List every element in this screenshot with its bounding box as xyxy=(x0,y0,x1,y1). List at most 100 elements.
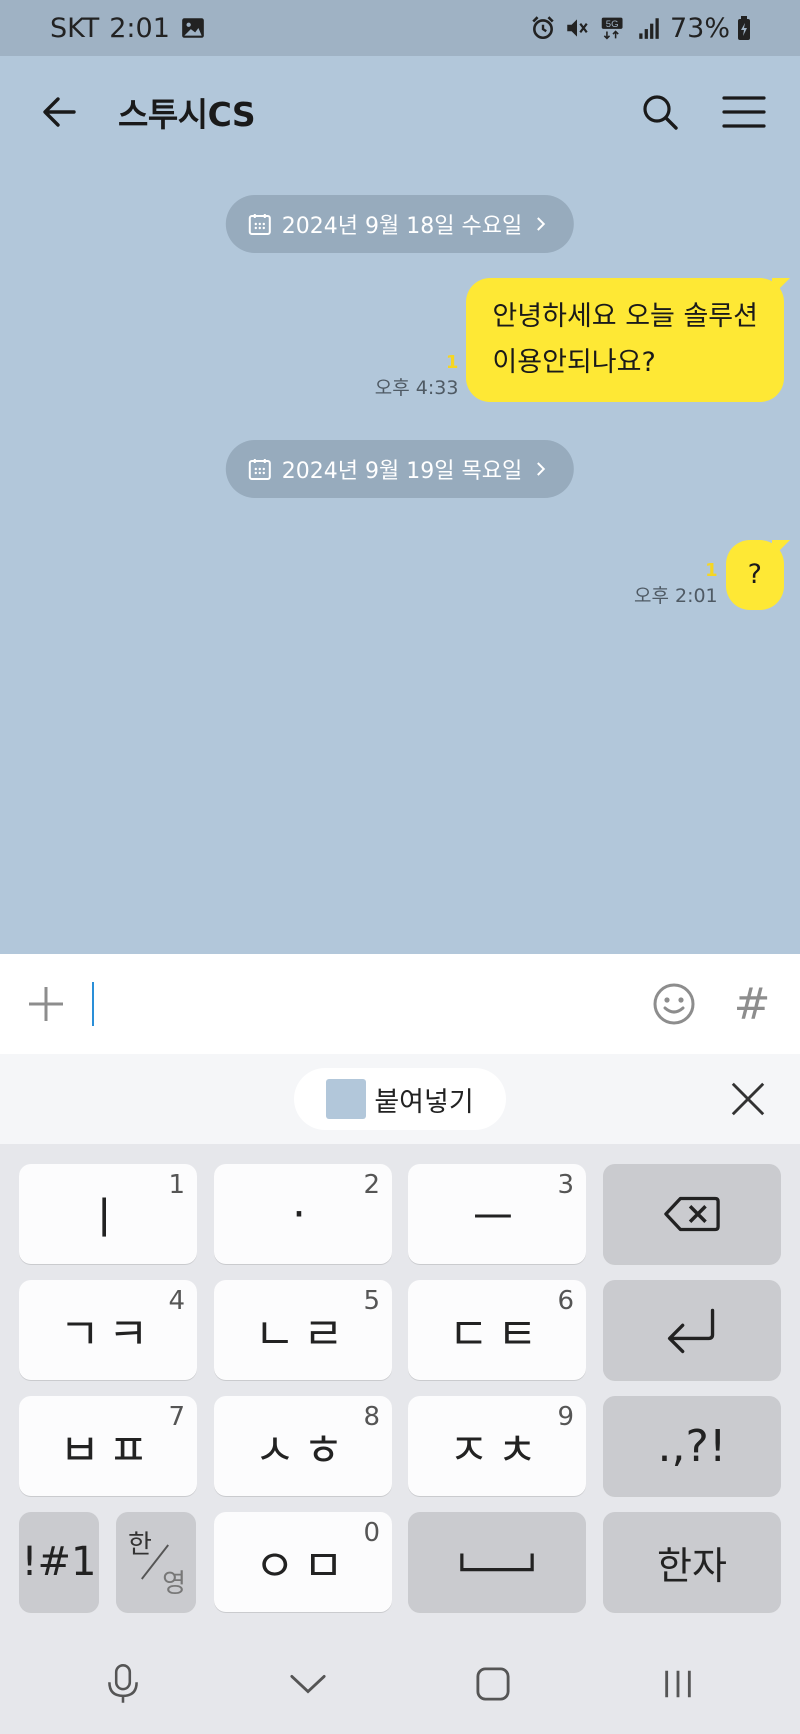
attach-button[interactable] xyxy=(24,982,68,1026)
key-ieung-mieum[interactable]: ㅇㅁ 0 xyxy=(214,1512,392,1612)
key-number: 8 xyxy=(363,1402,380,1432)
key-label: ㅂㅍ xyxy=(59,1425,157,1476)
key-giyeok-kieuk[interactable]: ㄱㅋ 4 xyxy=(19,1280,197,1380)
backspace-key[interactable] xyxy=(603,1164,781,1264)
unread-count: 1 xyxy=(705,560,718,581)
key-label: 한자 xyxy=(657,1543,727,1588)
key-label: · xyxy=(292,1188,314,1240)
date-divider-label: 2024년 9월 19일 목요일 xyxy=(281,459,523,484)
message-text-line: 이용안되나요? xyxy=(492,347,656,378)
sent-message-bubble[interactable]: 안녕하세요 오늘 솔루션 이용안되나요? xyxy=(466,278,784,402)
key-label: ㅅㅎ xyxy=(254,1425,352,1476)
key-label: !#1 xyxy=(21,1539,97,1585)
key-digeut-tieut[interactable]: ㄷㅌ 6 xyxy=(408,1280,586,1380)
key-number: 3 xyxy=(557,1170,574,1200)
unread-count: 1 xyxy=(445,352,459,373)
battery-charging-icon xyxy=(736,15,752,41)
search-icon xyxy=(643,95,678,130)
key-number: 6 xyxy=(557,1286,574,1316)
key-label: ㄷㅌ xyxy=(448,1309,546,1360)
battery-percent: 73% xyxy=(669,12,730,44)
key-number: 1 xyxy=(168,1170,185,1200)
home-square-icon xyxy=(475,1667,510,1701)
key-label: ㅈㅊ xyxy=(448,1425,546,1476)
date-divider[interactable]: 2024년 9월 18일 수요일 xyxy=(225,195,575,253)
enter-icon xyxy=(667,1308,715,1354)
symbols-key[interactable]: !#1 xyxy=(19,1512,99,1612)
chevron-right-icon xyxy=(537,217,546,231)
message-text-line: 안녕하세요 오늘 솔루션 xyxy=(492,301,758,332)
signal-icon xyxy=(636,15,662,41)
key-number: 2 xyxy=(363,1170,380,1200)
space-icon xyxy=(460,1553,534,1572)
mute-icon xyxy=(564,15,590,41)
key-i-vowel[interactable]: ㅣ 1 xyxy=(19,1164,197,1264)
network-5g-icon: 5G xyxy=(598,15,628,41)
message-input-area[interactable] xyxy=(94,954,650,1054)
date-divider[interactable]: 2024년 9월 19일 목요일 xyxy=(225,440,575,498)
hanja-key[interactable]: 한자 xyxy=(603,1512,781,1612)
key-label: ㅡ xyxy=(472,1193,522,1244)
status-bar: SKT 2:01 5G 73% xyxy=(0,0,800,56)
message-time: 오후 2:01 xyxy=(633,585,718,607)
enter-key[interactable] xyxy=(603,1280,781,1380)
close-icon xyxy=(731,1082,765,1116)
recent-apps-button[interactable] xyxy=(648,1654,708,1714)
message-meta: 1 오후 2:01 xyxy=(634,560,718,610)
microphone-icon xyxy=(107,1664,138,1703)
sent-message-bubble[interactable]: ? xyxy=(725,540,784,610)
clock-label: 2:01 xyxy=(109,12,170,44)
voice-input-button[interactable] xyxy=(93,1654,153,1714)
menu-button[interactable] xyxy=(716,84,772,140)
key-label: ㄱㅋ xyxy=(59,1309,157,1360)
calendar-icon xyxy=(248,459,271,480)
close-clipboard-button[interactable] xyxy=(726,1077,770,1121)
clipboard-thumbnail xyxy=(326,1079,367,1119)
arrow-left-icon xyxy=(43,97,76,127)
message-row: 1 오후 2:01 ? xyxy=(634,540,784,610)
message-input-bar: # xyxy=(0,954,800,1054)
key-label-english: 영 xyxy=(162,1569,186,1599)
battery-indicator: 73% xyxy=(670,13,752,44)
key-number: 0 xyxy=(363,1518,380,1548)
message-time: 오후 4:33 xyxy=(374,377,459,399)
hamburger-menu-icon xyxy=(722,96,766,128)
home-button[interactable] xyxy=(463,1654,523,1714)
key-bieup-pieup[interactable]: ㅂㅍ 7 xyxy=(19,1396,197,1496)
language-switch-key[interactable]: 한 영 xyxy=(116,1512,196,1612)
keyboard: ㅣ 1 · 2 ㅡ 3 ㄱㅋ 4 ㄴㄹ 5 ㄷㅌ 6 ㅂㅍ 7 ㅅㅎ 8 ㅈㅊ … xyxy=(0,1144,800,1634)
message-meta: 1 오후 4:33 xyxy=(375,352,459,402)
key-number: 5 xyxy=(363,1286,380,1316)
back-button[interactable] xyxy=(36,88,84,136)
chat-message-list[interactable]: 2024년 9월 18일 수요일 1 오후 4:33 안녕하세요 오늘 솔루션 … xyxy=(0,168,800,954)
key-siot-hieut[interactable]: ㅅㅎ 8 xyxy=(214,1396,392,1496)
emoticon-button[interactable] xyxy=(650,980,698,1028)
chat-title: 스투시CS xyxy=(118,95,256,134)
key-jieut-chieut[interactable]: ㅈㅊ 9 xyxy=(408,1396,586,1496)
calendar-icon xyxy=(248,214,271,235)
carrier-label: SKT xyxy=(50,12,100,44)
punctuation-key[interactable]: .,?! xyxy=(603,1396,781,1496)
key-label: ㅣ xyxy=(83,1193,133,1244)
space-key[interactable] xyxy=(408,1512,586,1612)
gallery-notification-icon xyxy=(180,15,206,41)
system-navigation-bar xyxy=(0,1634,800,1734)
key-label: ㄴㄹ xyxy=(254,1309,352,1360)
smiley-icon xyxy=(653,983,695,1025)
message-row: 1 오후 4:33 안녕하세요 오늘 솔루션 이용안되나요? xyxy=(375,278,784,402)
chevron-down-icon xyxy=(289,1674,326,1694)
clipboard-suggestion-bar: 붙여넣기 xyxy=(0,1054,800,1144)
search-button[interactable] xyxy=(632,84,688,140)
alarm-icon xyxy=(530,15,556,41)
backspace-icon xyxy=(664,1196,720,1232)
paste-button[interactable]: 붙여넣기 xyxy=(294,1068,506,1130)
key-number: 9 xyxy=(557,1402,574,1432)
hide-keyboard-button[interactable] xyxy=(278,1654,338,1714)
key-label: ㅇㅁ xyxy=(254,1541,352,1592)
key-dot-vowel[interactable]: · 2 xyxy=(214,1164,392,1264)
key-nieun-rieul[interactable]: ㄴㄹ 5 xyxy=(214,1280,392,1380)
hashtag-button[interactable]: # xyxy=(728,979,776,1030)
message-text-line: ? xyxy=(747,559,762,590)
paste-label: 붙여넣기 xyxy=(374,1086,474,1118)
key-eu-vowel[interactable]: ㅡ 3 xyxy=(408,1164,586,1264)
